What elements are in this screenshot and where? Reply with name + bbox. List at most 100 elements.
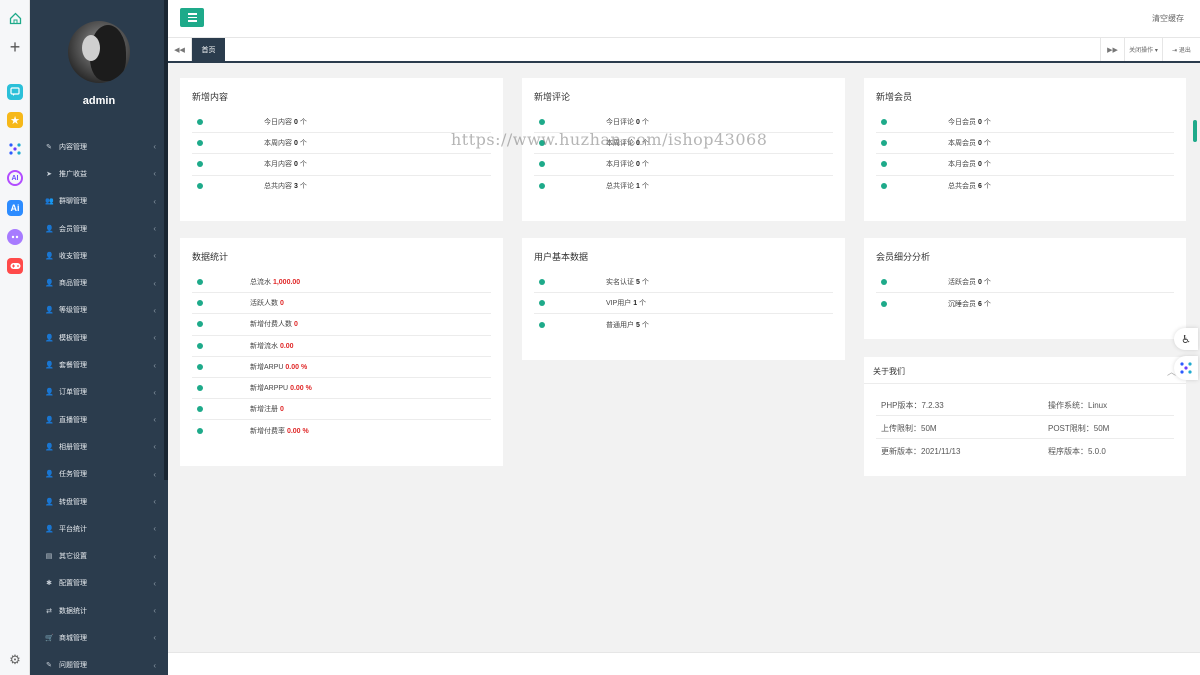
- chevron-left-icon: ‹: [153, 169, 156, 179]
- stat-label: 新增ARPU: [250, 363, 284, 371]
- status-dot: [197, 300, 203, 307]
- stat-list: 活跃会员 0 个沉睡会员 6 个: [876, 272, 1174, 314]
- stat-value: 5: [635, 321, 640, 329]
- operating-system: 操作系统：Linux: [1048, 401, 1108, 410]
- floating-app-icon[interactable]: [1174, 356, 1198, 380]
- accessibility-icon[interactable]: ♿: [1174, 328, 1198, 350]
- network-app-icon[interactable]: [7, 141, 23, 157]
- status-dot: [197, 406, 203, 413]
- sidebar-item[interactable]: 👤 模板管理 ‹: [30, 324, 168, 351]
- sidebar-item[interactable]: 👤 订单管理 ‹: [30, 379, 168, 406]
- stat-list: 今日会员 0 个本周会员 0 个本月会员 0 个总共会员 6 个: [876, 112, 1174, 197]
- card-new-comments: 新增评论 今日评论 0 个本周评论 0 个本月评论 0 个总共评论 1 个: [522, 78, 845, 221]
- sidebar-item[interactable]: 👤 等级管理 ‹: [30, 297, 168, 324]
- home-icon[interactable]: [7, 10, 23, 26]
- status-dot: [881, 300, 887, 307]
- clear-cache-link[interactable]: 清空缓存: [1152, 13, 1184, 24]
- ai-tool-icon[interactable]: Ai: [7, 200, 23, 216]
- stat-value: 0: [977, 119, 982, 127]
- menu-item-label: 其它设置: [59, 553, 87, 561]
- stat-label: 实名认证: [606, 279, 634, 287]
- about-header[interactable]: 关于我们 ︿: [864, 357, 1186, 384]
- stat-value: 0: [977, 140, 982, 148]
- sidebar-item[interactable]: 👤 收支管理 ‹: [30, 242, 168, 269]
- sidebar-item[interactable]: 👤 套餐管理 ‹: [30, 351, 168, 378]
- status-dot: [881, 140, 887, 147]
- logout-button[interactable]: ⇥ 退出: [1162, 38, 1200, 61]
- stat-value: 1: [635, 183, 640, 191]
- update-version: 更新版本：2021/11/13: [881, 447, 961, 456]
- status-dot: [197, 363, 203, 370]
- sidebar-item[interactable]: 👤 直播管理 ‹: [30, 406, 168, 433]
- stat-row: 本月内容 0 个: [192, 154, 491, 176]
- menu-item-label: 平台统计: [59, 525, 87, 533]
- menu-item-icon: 👤: [45, 225, 54, 233]
- about-row: 更新版本：2021/11/13 程序版本：5.0.0: [876, 439, 1174, 462]
- tab-scroll-left-button[interactable]: ◀◀: [168, 38, 192, 61]
- chevron-left-icon: ‹: [153, 196, 156, 206]
- stat-row: 今日会员 0 个: [876, 112, 1174, 134]
- menu-item-icon: 👥: [45, 198, 54, 206]
- status-dot: [881, 161, 887, 168]
- stat-row: VIP用户 1 个: [534, 293, 833, 315]
- chevron-left-icon: ‹: [153, 251, 156, 261]
- sidebar-item[interactable]: ✎ 问题管理 ‹: [30, 652, 168, 675]
- sidebar-item[interactable]: 🛒 商城管理 ‹: [30, 624, 168, 651]
- stat-row: 总共内容 3 个: [192, 176, 491, 197]
- close-operations-dropdown[interactable]: 关闭操作 ▾: [1124, 38, 1162, 61]
- stat-text: 新增ARPU 0.00 %: [250, 362, 307, 372]
- favorites-icon[interactable]: ★: [7, 112, 23, 128]
- sidebar-item[interactable]: ✎ 内容管理 ‹: [30, 133, 168, 160]
- sidebar-item[interactable]: ⇄ 数据统计 ‹: [30, 597, 168, 624]
- chevron-left-icon: ‹: [153, 497, 156, 506]
- stat-unit: 个: [983, 140, 991, 148]
- stat-label: 今日会员: [948, 119, 976, 127]
- menu-item-label: 订单管理: [59, 389, 87, 397]
- tab-home[interactable]: 首页: [192, 38, 225, 61]
- status-dot: [539, 321, 545, 328]
- ai-assistant-icon[interactable]: AI: [7, 170, 23, 186]
- menu-item-icon: 👤: [45, 307, 54, 315]
- menu-item-label: 群聊管理: [59, 198, 87, 206]
- sidebar-item[interactable]: 👤 任务管理 ‹: [30, 461, 168, 488]
- sidebar-item[interactable]: 👤 转盘管理 ‹: [30, 488, 168, 515]
- status-dot: [197, 385, 203, 392]
- stat-text: 总流水 1,000.00: [250, 277, 300, 287]
- menu-item-icon: 👤: [45, 498, 54, 506]
- stat-text: 本月评论 0 个: [606, 159, 649, 169]
- stat-text: 今日评论 0 个: [606, 117, 649, 127]
- sidebar-item[interactable]: ▤ 其它设置 ‹: [30, 542, 168, 569]
- stat-unit: 个: [983, 183, 991, 191]
- menu-item-icon: 👤: [45, 280, 54, 288]
- avatar-face-shape: [82, 35, 100, 61]
- status-dot: [197, 342, 203, 349]
- sidebar-item[interactable]: 👥 群聊管理 ‹: [30, 188, 168, 215]
- chevron-left-icon: ‹: [153, 442, 156, 452]
- stat-unit: 个: [641, 161, 649, 169]
- menu-toggle-button[interactable]: [180, 8, 204, 27]
- card-member-analysis: 会员细分分析 活跃会员 0 个沉睡会员 6 个: [864, 238, 1186, 339]
- add-icon[interactable]: +: [7, 38, 23, 56]
- avatar[interactable]: [68, 21, 130, 83]
- stat-unit: 个: [641, 279, 649, 287]
- sidebar-item[interactable]: 👤 会员管理 ‹: [30, 215, 168, 242]
- stat-list: 今日内容 0 个本周内容 0 个本月内容 0 个总共内容 3 个: [192, 112, 491, 197]
- tab-scroll-right-button[interactable]: ▶▶: [1100, 38, 1124, 61]
- chat-app-icon[interactable]: [7, 84, 23, 100]
- stat-text: 活跃会员 0 个: [948, 277, 991, 287]
- sidebar-item[interactable]: ➤ 推广收益 ‹: [30, 160, 168, 187]
- menu-item-icon: 👤: [45, 252, 54, 260]
- stat-row: 今日内容 0 个: [192, 112, 491, 134]
- sidebar-item[interactable]: 👤 商品管理 ‹: [30, 269, 168, 296]
- page-scrollbar[interactable]: [1193, 120, 1197, 142]
- bot-app-icon[interactable]: [7, 229, 23, 245]
- sidebar-item[interactable]: ✱ 配置管理 ‹: [30, 570, 168, 597]
- sidebar-item[interactable]: 👤 平台统计 ‹: [30, 515, 168, 542]
- settings-gear-icon[interactable]: ⚙: [7, 652, 23, 668]
- sidebar-item[interactable]: 👤 相册管理 ‹: [30, 433, 168, 460]
- stat-row: 活跃人数 0: [192, 293, 491, 315]
- stat-text: 本周会员 0 个: [948, 138, 991, 148]
- menu-item-icon: ▤: [45, 553, 53, 561]
- game-app-icon[interactable]: [7, 258, 23, 274]
- card-title: 新增评论: [534, 92, 571, 102]
